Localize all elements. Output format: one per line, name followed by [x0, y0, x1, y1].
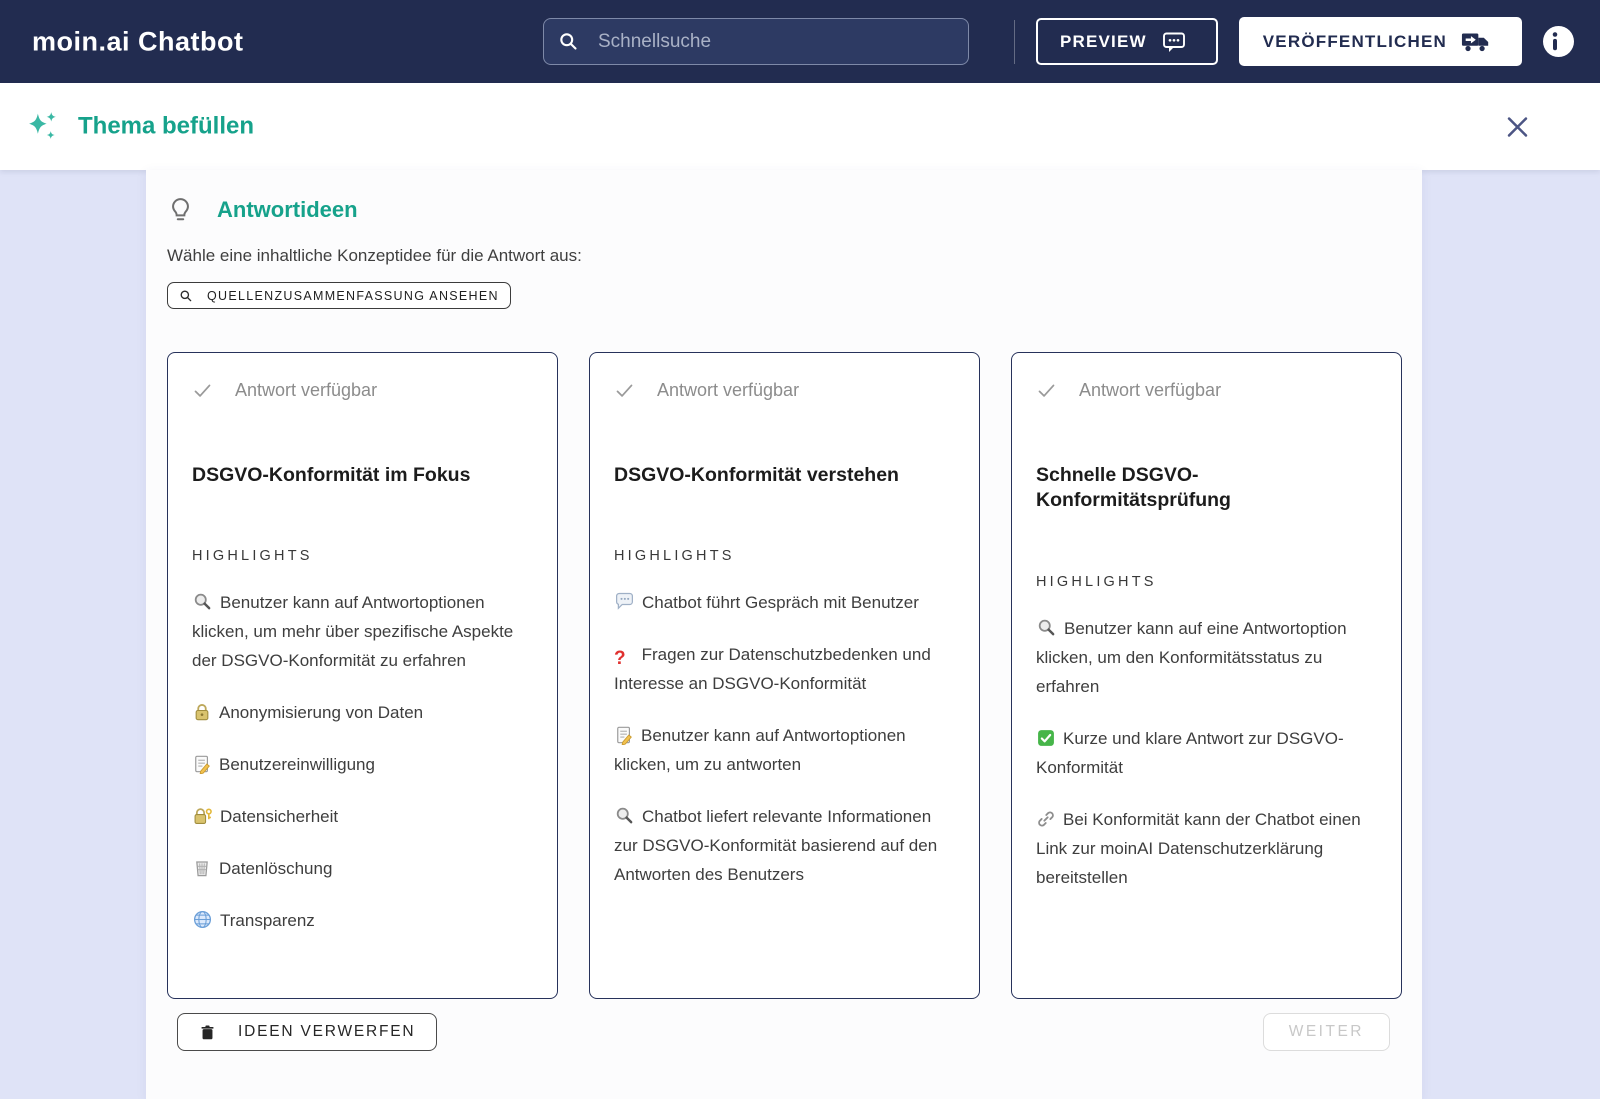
search-input[interactable] — [598, 30, 954, 53]
highlight-text: Anonymisierung von Daten — [219, 703, 424, 723]
highlight-text: Chatbot liefert relevante Informationen … — [614, 807, 938, 885]
idea-title: Schnelle DSGVO-Konformitätsprüfung — [1036, 464, 1231, 512]
highlight-list: Benutzer kann auf Antwortoptionen klicke… — [192, 588, 533, 935]
highlight-text: Kurze und klare Antwort zur DSGVO-Konfor… — [1036, 728, 1344, 777]
answer-available-status: Antwort verfügbar — [192, 380, 533, 401]
idea-title: DSGVO-Konformität verstehen — [614, 464, 899, 486]
speech-icon — [614, 591, 635, 612]
highlights-heading: HIGHLIGHTS — [1036, 573, 1157, 590]
discard-ideas-button[interactable]: IDEEN VERWERFEN — [177, 1013, 438, 1051]
delivery-truck-icon — [1461, 30, 1491, 53]
memo-icon — [614, 725, 634, 746]
trash-icon — [199, 1023, 216, 1042]
check-green-icon — [1036, 728, 1056, 748]
lightbulb-icon — [167, 196, 194, 223]
search-icon — [558, 31, 579, 52]
answer-available-status: Antwort verfügbar — [614, 380, 955, 401]
highlight-item: Benutzer kann auf Antwortoptionen klicke… — [192, 588, 533, 675]
magnifier-icon — [192, 591, 213, 612]
highlight-text: Benutzereinwilligung — [219, 755, 375, 775]
wastebasket-icon — [192, 858, 212, 878]
sparkles-icon — [24, 108, 61, 145]
magnifier-icon — [179, 289, 193, 303]
status-label: Antwort verfügbar — [657, 380, 800, 400]
top-navbar: moin.ai Chatbot PREVIEW VERÖFFENTLICHEN — [0, 0, 1600, 83]
navbar-divider — [1013, 19, 1015, 64]
lock-key-icon — [192, 806, 213, 826]
page-title: Thema befüllen — [78, 112, 255, 140]
magnifier-icon — [614, 805, 635, 826]
highlight-item: Transparenz — [192, 906, 533, 935]
quick-search[interactable] — [543, 18, 969, 65]
highlight-item: Benutzer kann auf eine Antwortoption kli… — [1036, 614, 1377, 701]
section-title: Antwortideen — [217, 196, 358, 222]
info-button[interactable] — [1543, 26, 1574, 57]
check-icon — [1036, 380, 1057, 401]
preview-button-label: PREVIEW — [1059, 31, 1147, 51]
magnifier-icon — [1036, 617, 1057, 638]
info-icon — [1551, 32, 1559, 51]
highlights-heading: HIGHLIGHTS — [192, 548, 313, 565]
highlight-item: Anonymisierung von Daten — [192, 698, 533, 727]
check-icon — [614, 380, 635, 401]
highlight-item: Benutzereinwilligung — [192, 750, 533, 779]
lock-icon — [192, 702, 212, 722]
close-button[interactable] — [1500, 109, 1542, 144]
page-header: Thema befüllen — [0, 83, 1600, 170]
highlight-item: Chatbot liefert relevante Informationen … — [614, 802, 955, 889]
highlight-item: Datenlöschung — [192, 854, 533, 883]
highlight-item: Datensicherheit — [192, 802, 533, 831]
idea-title: DSGVO-Konformität im Fokus — [192, 464, 471, 486]
highlight-list: Chatbot führt Gespräch mit Benutzer ? Frag… — [614, 588, 955, 889]
highlights-heading: HIGHLIGHTS — [614, 548, 735, 565]
highlight-text: Transparenz — [220, 911, 315, 931]
highlight-text: Datenlöschung — [219, 859, 333, 879]
idea-card[interactable]: Antwort verfügbar DSGVO-Konformität im F… — [167, 352, 558, 999]
highlight-text: Datensicherheit — [220, 807, 339, 827]
highlight-text: Chatbot führt Gespräch mit Benutzer — [642, 593, 919, 613]
highlight-list: Benutzer kann auf eine Antwortoption kli… — [1036, 614, 1377, 892]
idea-card[interactable]: Antwort verfügbar DSGVO-Konformität vers… — [589, 352, 980, 999]
memo-icon — [192, 754, 212, 775]
highlight-item: Kurze und klare Antwort zur DSGVO-Konfor… — [1036, 724, 1377, 782]
globe-icon — [192, 909, 213, 930]
status-label: Antwort verfügbar — [1079, 380, 1222, 400]
highlight-item: ? Fragen zur Datenschutzbedenken und Inte… — [614, 645, 931, 694]
source-summary-chip[interactable]: QUELLENZUSAMMENFASSUNG ANSEHEN — [167, 282, 511, 309]
link-icon — [1036, 809, 1056, 829]
next-button[interactable]: WEITER — [1262, 1013, 1390, 1051]
status-label: Antwort verfügbar — [235, 380, 378, 400]
highlight-text: Fragen zur Datenschutzbedenken und Inter… — [614, 645, 931, 694]
section-subtitle: Wähle eine inhaltliche Konzeptidee für d… — [167, 246, 582, 265]
answer-available-status: Antwort verfügbar — [1036, 380, 1377, 401]
idea-cards: Antwort verfügbar DSGVO-Konformität im F… — [167, 352, 1402, 999]
highlight-text: Benutzer kann auf Antwortoptionen klicke… — [192, 593, 514, 671]
idea-card[interactable]: Antwort verfügbar Schnelle DSGVO-Konform… — [1011, 352, 1402, 999]
source-summary-chip-label: QUELLENZUSAMMENFASSUNG ANSEHEN — [207, 288, 499, 303]
app-logo: moin.ai Chatbot — [32, 26, 244, 56]
highlight-text: Benutzer kann auf Antwortoptionen klicke… — [614, 726, 906, 775]
highlight-item: Benutzer kann auf Antwortoptionen klicke… — [614, 721, 955, 779]
preview-button[interactable]: PREVIEW — [1035, 18, 1218, 65]
chat-bubble-icon — [1161, 29, 1187, 55]
highlight-text: Bei Konformität kann der Chatbot einen L… — [1036, 809, 1361, 887]
highlight-item: Chatbot führt Gespräch mit Benutzer — [614, 588, 955, 617]
discard-ideas-label: IDEEN VERWERFEN — [238, 1023, 416, 1040]
close-icon — [1504, 113, 1531, 140]
check-icon — [192, 380, 213, 401]
publish-button[interactable]: VERÖFFENTLICHEN — [1238, 17, 1522, 66]
highlight-text: Benutzer kann auf eine Antwortoption kli… — [1036, 618, 1347, 696]
answer-ideas-panel: Antwortideen Wähle eine inhaltliche Konz… — [146, 170, 1422, 1099]
publish-button-label: VERÖFFENTLICHEN — [1262, 31, 1447, 51]
highlight-item: Bei Konformität kann der Chatbot einen L… — [1036, 805, 1377, 892]
